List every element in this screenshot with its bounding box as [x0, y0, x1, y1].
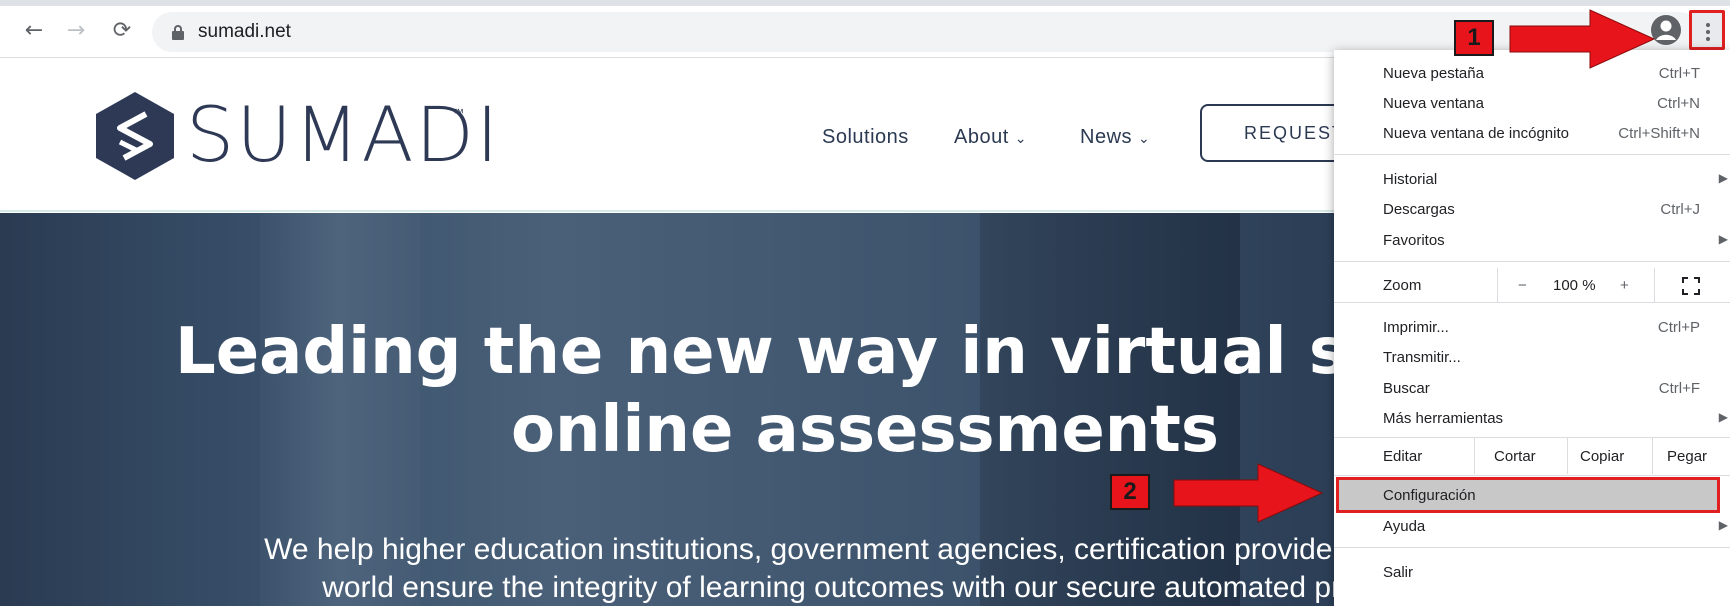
menu-item-help[interactable]: Ayuda ▶ — [1334, 511, 1730, 541]
lock-icon — [172, 25, 184, 40]
zoom-divider — [1654, 268, 1655, 302]
menu-item-label: Transmitir... — [1383, 349, 1461, 366]
step-badge-2: 2 — [1110, 474, 1150, 510]
menu-item-label: Favoritos — [1383, 232, 1445, 249]
nav-label: Solutions — [822, 126, 909, 148]
back-arrow-icon[interactable]: ← — [20, 17, 48, 45]
edit-divider — [1652, 438, 1653, 474]
menu-item-history[interactable]: Historial ▶ — [1334, 164, 1730, 194]
zoom-divider — [1497, 268, 1498, 302]
submenu-arrow-icon: ▶ — [1718, 518, 1728, 532]
menu-separator — [1334, 154, 1730, 155]
edit-divider — [1567, 438, 1568, 474]
red-arrow-icon — [1509, 9, 1656, 69]
menu-item-label: Más herramientas — [1383, 410, 1504, 427]
nav-news[interactable]: News ⌄ — [1080, 126, 1150, 149]
paste-button[interactable]: Pegar — [1667, 448, 1707, 465]
zoom-level: 100 % — [1553, 277, 1596, 294]
menu-item-shortcut: Ctrl+Shift+N — [1618, 125, 1700, 142]
edit-divider — [1474, 438, 1475, 474]
nav-label: About — [954, 126, 1009, 148]
dot-icon — [1706, 30, 1710, 34]
menu-item-print[interactable]: Imprimir... Ctrl+P — [1334, 312, 1730, 342]
fullscreen-icon[interactable] — [1682, 277, 1700, 295]
menu-item-label: Editar — [1383, 448, 1423, 465]
submenu-arrow-icon: ▶ — [1718, 171, 1728, 185]
menu-item-find[interactable]: Buscar Ctrl+F — [1334, 373, 1730, 403]
menu-separator — [1334, 261, 1730, 262]
copy-button[interactable]: Copiar — [1580, 448, 1624, 465]
sumadi-logo-icon[interactable] — [96, 92, 174, 180]
menu-item-label: Buscar — [1383, 380, 1430, 397]
menu-item-exit[interactable]: Salir — [1334, 557, 1730, 587]
menu-item-label: Nueva pestaña — [1383, 65, 1484, 82]
reload-icon[interactable]: ⟳ — [108, 17, 136, 45]
menu-zoom-row: Zoom − 100 % + — [1334, 268, 1730, 302]
menu-item-cast[interactable]: Transmitir... — [1334, 342, 1730, 372]
menu-separator — [1334, 302, 1730, 303]
chevron-down-icon: ⌄ — [1138, 130, 1151, 146]
cta-label: REQUEST — [1244, 123, 1346, 143]
menu-item-shortcut: Ctrl+P — [1657, 319, 1700, 336]
dot-icon — [1706, 23, 1710, 27]
nav-label: News — [1080, 126, 1133, 148]
menu-item-settings[interactable]: Configuración — [1336, 477, 1720, 513]
submenu-arrow-icon: ▶ — [1718, 410, 1728, 424]
menu-edit-row: Editar Cortar Copiar Pegar — [1334, 438, 1730, 474]
nav-solutions[interactable]: Solutions — [822, 126, 909, 149]
menu-item-label: Nueva ventana — [1383, 95, 1484, 112]
cut-button[interactable]: Cortar — [1494, 448, 1536, 465]
menu-item-label: Zoom — [1383, 277, 1422, 294]
logo-wordmark[interactable]: SUMADI — [186, 90, 500, 179]
menu-item-label: Historial — [1383, 171, 1438, 188]
menu-item-label: Imprimir... — [1383, 319, 1449, 336]
dot-icon — [1706, 37, 1710, 41]
tab-strip-edge — [0, 0, 1730, 6]
menu-item-incognito[interactable]: Nueva ventana de incógnito Ctrl+Shift+N — [1334, 118, 1730, 148]
red-arrow-icon — [1173, 463, 1324, 523]
menu-item-label: Configuración — [1383, 487, 1476, 504]
menu-item-downloads[interactable]: Descargas Ctrl+J — [1334, 194, 1730, 224]
forward-arrow-icon[interactable]: → — [62, 17, 90, 45]
chevron-down-icon: ⌄ — [1014, 130, 1027, 146]
menu-item-label: Ayuda — [1383, 518, 1426, 535]
zoom-in-button[interactable]: + — [1620, 277, 1629, 294]
menu-item-shortcut: Ctrl+F — [1658, 380, 1700, 397]
menu-item-shortcut: Ctrl+J — [1660, 201, 1700, 218]
logo-trademark: ™ — [452, 106, 464, 120]
menu-item-label: Salir — [1383, 564, 1414, 581]
url-text: sumadi.net — [198, 21, 291, 42]
menu-item-label: Nueva ventana de incógnito — [1383, 125, 1569, 142]
menu-separator — [1334, 475, 1730, 476]
nav-about[interactable]: About ⌄ — [954, 126, 1027, 149]
chrome-menu-button[interactable] — [1689, 10, 1725, 50]
menu-item-shortcut: Ctrl+T — [1658, 65, 1700, 82]
menu-item-more-tools[interactable]: Más herramientas ▶ — [1334, 403, 1730, 433]
zoom-out-button[interactable]: − — [1518, 277, 1527, 294]
menu-item-shortcut: Ctrl+N — [1657, 95, 1700, 112]
menu-item-label: Descargas — [1383, 201, 1455, 218]
menu-item-bookmarks[interactable]: Favoritos ▶ — [1334, 225, 1730, 255]
chrome-main-menu: Nueva pestaña Ctrl+T Nueva ventana Ctrl+… — [1334, 50, 1730, 606]
menu-separator — [1334, 547, 1730, 548]
menu-item-new-window[interactable]: Nueva ventana Ctrl+N — [1334, 88, 1730, 118]
submenu-arrow-icon: ▶ — [1718, 232, 1728, 246]
step-badge-1: 1 — [1454, 20, 1494, 56]
